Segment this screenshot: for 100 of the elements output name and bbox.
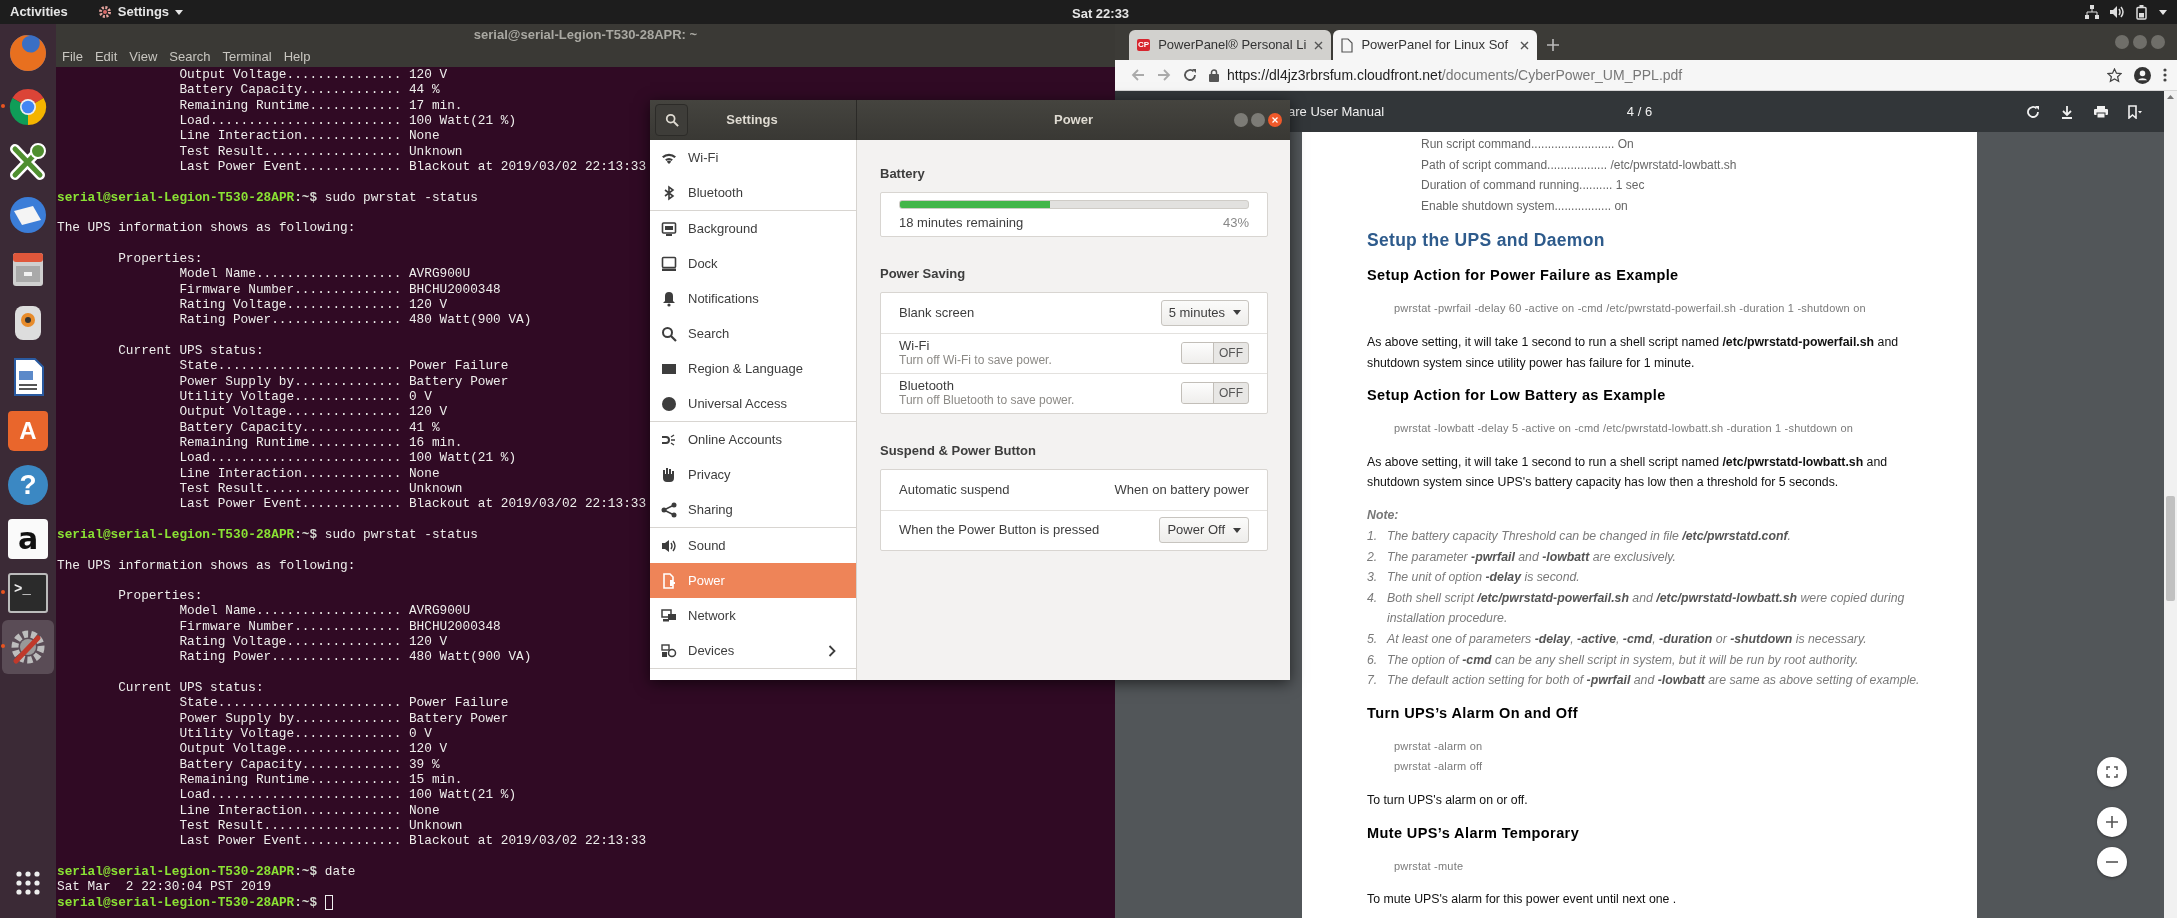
subsection-heading: Setup Action for Low Battery as Example [1367,386,1667,406]
field-value: 17 min. [408,97,463,113]
system-menu-button[interactable] [2085,4,2167,20]
search-icon [664,113,679,127]
command-line: pwrstat -mute [1394,858,1465,874]
list-number: 4. [1367,589,1379,607]
fit-page-button[interactable] [2097,757,2127,787]
menu-item[interactable]: Terminal [222,46,272,67]
sidebar-item[interactable]: Background [650,211,856,246]
field-value: Power Failure [408,695,509,711]
field-label: Test Result.................. [179,480,402,497]
zoom-out-button[interactable] [2097,847,2127,877]
field-label: Remaining Runtime............ [179,772,402,788]
minimize-button[interactable] [1234,113,1248,127]
power-icon [661,572,677,589]
field-value: AVRG900U [408,266,471,282]
zoom-in-button[interactable] [2097,807,2127,837]
field-value: None [408,802,440,819]
reload-button[interactable] [1183,68,1197,82]
menu-button[interactable] [2163,68,2167,82]
field-label: Rating Voltage............... [179,296,402,313]
field-value: BHCHU2000348 [408,281,501,297]
list-number: 5. [1367,631,1379,648]
scrollbar[interactable] [2164,91,2177,918]
bookmark-button[interactable] [2107,67,2122,83]
field-value: 15 min. [408,772,463,788]
row-label: Automatic suspend [899,480,1010,499]
star-icon [2107,67,2122,83]
command-line: pwrstat -lowbatt -delay 5 -active on -cmd /etc/pwrstatd-lowbatt.sh -duration 1 -shutdown on [1394,421,1854,437]
list-text: The battery capacity Threshold can be changed in file /etc/pwrstatd.conf. [1387,528,1791,546]
search-button[interactable] [655,104,688,136]
section-heading: Current UPS status: [118,342,264,359]
output-text: Sat Mar 2 22:30:04 PST 2019 [57,879,272,895]
close-icon [1314,40,1324,50]
launcher-button[interactable]: >_ [2,566,54,620]
sidebar-item[interactable]: Region & Language [650,351,856,386]
field-value: 0 V [408,726,432,742]
menu-item[interactable]: View [129,46,158,67]
search-icon [661,325,677,342]
bookmarks-button[interactable] [2128,104,2142,119]
field-value: Blackout at 2019/03/02 22:13:33 [408,496,647,512]
field-label: Rating Voltage............... [179,634,402,650]
menu-item[interactable]: Search [169,46,211,67]
bell-icon [661,290,677,307]
list-text: The option of -cmd can be any shell script in system, but it will be run by root authority. [1387,651,1859,669]
sidebar-item[interactable]: Sharing [650,492,856,527]
app-menu-button[interactable]: Settings [97,2,184,22]
sidebar-item[interactable]: Search [650,316,856,351]
launcher-button[interactable]: ? [2,458,54,512]
browser-tab[interactable]: PowerPanel for Linux Sof [1333,30,1538,60]
command-text: sudo pwrstat -status [324,189,478,205]
launcher-button[interactable]: a [2,512,54,566]
globe-icon [7,32,49,74]
subsection-heading: Turn UPS’s Alarm On and Off [1367,703,1579,723]
close-button[interactable] [1268,113,1282,127]
dropdown[interactable]: Power Off [1159,517,1249,543]
sidebar-item[interactable]: Wi-Fi [650,140,856,175]
sidebar-item[interactable]: Notifications [650,281,856,316]
toggle-switch[interactable]: OFF [1181,342,1249,364]
sidebar-item[interactable]: Online Accounts [650,422,856,457]
field-label: Line Interaction............. [179,465,402,481]
section-heading: Current UPS status: [118,680,264,696]
toggle-switch[interactable]: OFF [1181,382,1249,404]
print-button[interactable] [2094,104,2108,119]
caret-icon [1233,527,1241,533]
url-text: https://dl4jz3rbrsfum.cloudfront.net/documents/CyberPower_UM_PPL.pdf [1227,65,1683,85]
field-label: State........................ [179,695,402,711]
menu-item[interactable]: Edit [94,46,118,67]
letter-logo-icon: a [8,519,48,559]
activities-button[interactable]: Activities [10,2,68,22]
download-button[interactable] [2060,104,2074,119]
scrollbar-thumb[interactable] [2166,496,2175,601]
command-text: sudo pwrstat -status [324,526,478,543]
section-heading: Battery [880,165,926,183]
scroll-up-icon [2167,95,2174,99]
rotate-button[interactable] [2026,104,2040,119]
panel-title: Power [1054,111,1093,130]
clock-button[interactable]: Sat 22:33 [1072,4,1130,24]
section-heading: Power Saving [880,264,967,283]
menu-item[interactable]: Help [283,46,311,67]
field-value: Power Failure [408,358,509,374]
sidebar-item[interactable]: Devices [650,633,856,668]
sidebar-item[interactable]: Bluetooth [650,175,856,210]
dropdown[interactable]: 5 minutes [1160,299,1249,326]
sidebar-item[interactable]: Sound [650,528,856,563]
field-label: Last Power Event............. [179,496,402,512]
account-button[interactable] [2134,66,2151,84]
prompt-host: serial@serial-Legion-T530-28APR [57,526,295,543]
field-value: Blackout at 2019/03/02 22:13:33 [408,833,647,849]
field-label: Firmware Number.............. [179,281,402,297]
field-value: Battery Power [408,710,509,727]
network-icon [661,607,677,624]
sidebar-item[interactable]: Network [650,598,856,633]
hand-icon [661,466,677,483]
field-label: Power Supply by.............. [179,373,402,389]
sidebar-item[interactable]: Universal Access [650,386,856,421]
sidebar-item[interactable]: Privacy [650,457,856,492]
sidebar-item[interactable]: Dock [650,246,856,281]
menu-item[interactable]: File [62,46,83,67]
browser-tab[interactable]: CP PowerPanel® Personal Li [1129,30,1332,60]
